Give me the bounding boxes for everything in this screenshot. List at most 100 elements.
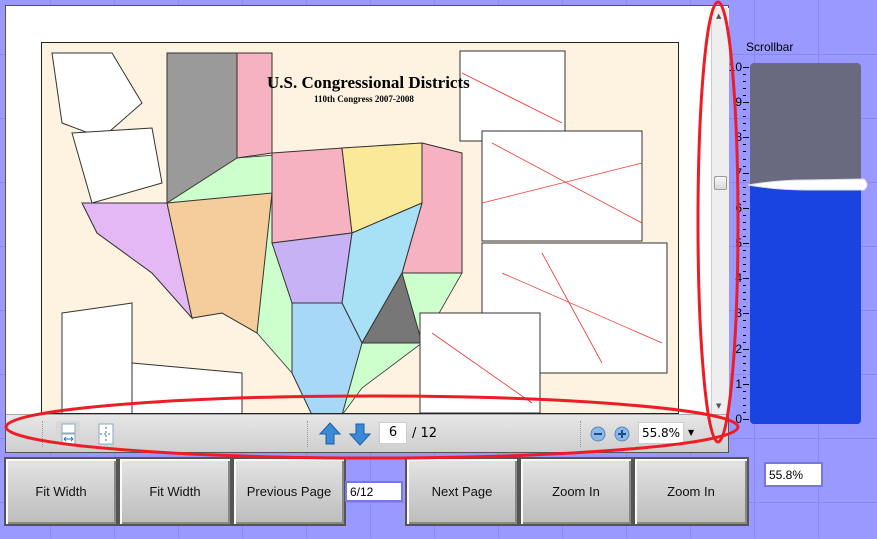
slider-tick-mark <box>743 221 746 223</box>
zoom-display-field: 55.8% <box>764 462 823 487</box>
slider-tick-mark <box>743 81 746 83</box>
slider-tick-label: 5 <box>735 236 742 250</box>
slider-tick-mark <box>743 116 746 118</box>
slider-tick-label: 3 <box>735 306 742 321</box>
slider-tick-mark <box>743 419 749 420</box>
scrollbar-thumb[interactable] <box>714 176 727 190</box>
slider-tick-mark <box>743 313 749 315</box>
page-number-input[interactable]: 6 <box>379 422 407 444</box>
slider-tick-mark <box>743 257 746 259</box>
slider-tick-mark <box>743 130 746 132</box>
zoom-level-input[interactable]: 55.8% <box>638 422 684 444</box>
page-indicator-field[interactable]: 6/12 <box>345 481 403 502</box>
fit-width-icon <box>61 423 76 445</box>
slider-tick-label: 9 <box>735 95 742 110</box>
scroll-up-arrow-icon[interactable]: ▲ <box>716 12 721 20</box>
slider-track[interactable] <box>750 63 861 424</box>
slider-tick-label: 2 <box>735 341 742 356</box>
slider-tick-mark <box>743 271 746 273</box>
slider-tick-mark <box>743 172 749 174</box>
slider-tick-mark <box>743 264 746 266</box>
slider-tick-label: 8 <box>735 130 742 145</box>
slider-tick-mark <box>743 341 746 343</box>
slider-tick-mark <box>743 95 746 97</box>
toolbar-separator <box>42 421 44 447</box>
slider-tick-mark <box>743 369 746 371</box>
arrow-down-icon <box>348 423 372 446</box>
slider-tick-mark <box>743 362 746 364</box>
slider-tick-mark <box>743 411 746 413</box>
zoom-in-toolbar-button[interactable] <box>614 421 630 447</box>
slider-tick-mark <box>743 243 749 244</box>
map-subtitle: 110th Congress 2007-2008 <box>314 94 414 104</box>
slider-tick-mark <box>743 285 746 287</box>
fit-page-icon <box>98 423 114 445</box>
arrow-up-icon <box>318 422 342 445</box>
vertical-scrollbar[interactable]: ▲ ▼ <box>711 8 729 414</box>
toolbar-separator <box>580 421 582 447</box>
slider-tick-mark <box>743 299 746 301</box>
slider-tick-mark <box>743 228 746 230</box>
zoom-out-icon <box>590 426 606 442</box>
fit-width-button-2[interactable]: Fit Width <box>118 457 232 526</box>
slider-tick-mark <box>743 334 746 336</box>
slider-tick-mark <box>743 207 749 209</box>
slider-tick-mark <box>743 214 746 216</box>
zoom-dropdown-icon[interactable]: ▼ <box>688 428 694 437</box>
map-title: U.S. Congressional Districts <box>267 73 470 92</box>
slider-tick-label: 7 <box>735 165 742 180</box>
slider-tick-mark <box>743 151 746 153</box>
viewer-toolbar: 6 / 12 55.8% ▼ <box>6 414 728 452</box>
slider-thumb[interactable] <box>746 177 871 193</box>
previous-page-toolbar-button[interactable] <box>318 421 342 447</box>
zoom-in-icon <box>614 426 630 442</box>
slider-tick-mark <box>743 144 746 146</box>
slider-tick-mark <box>743 404 746 406</box>
document-page: U.S. Congressional Districts 110th Congr… <box>41 42 679 414</box>
slider-tick-mark <box>743 74 746 76</box>
slider-tick-mark <box>743 137 749 139</box>
slider-tick-label: 4 <box>735 271 742 286</box>
scroll-down-arrow-icon[interactable]: ▼ <box>716 402 721 410</box>
fit-width-button[interactable]: Fit Width <box>4 457 118 526</box>
slider-tick-mark <box>743 193 746 195</box>
toolbar-separator <box>307 421 309 447</box>
slider-tick-mark <box>743 67 749 68</box>
slider-tick-mark <box>743 200 746 202</box>
fit-page-toolbar-button[interactable] <box>94 421 118 447</box>
slider-tick-label: 0 <box>735 412 742 426</box>
previous-page-button[interactable]: Previous Page <box>232 457 346 526</box>
slider-tick-mark <box>743 397 746 399</box>
slider-tick-mark <box>743 320 746 322</box>
zoom-in-button[interactable]: Zoom In <box>519 457 633 526</box>
slider-tick-mark <box>743 292 746 294</box>
slider-tick-mark <box>743 158 746 160</box>
total-pages-label: / 12 <box>412 426 438 441</box>
next-page-button[interactable]: Next Page <box>405 457 519 526</box>
slider-tick-mark <box>743 102 749 104</box>
slider-tick-mark <box>743 109 746 111</box>
slider-tick-mark <box>743 383 749 385</box>
slider-label: Scrollbar <box>746 40 794 54</box>
slider-tick-mark <box>743 250 746 252</box>
slider-tick-mark <box>743 355 746 357</box>
fit-width-toolbar-button[interactable] <box>56 421 80 447</box>
slider-tick-mark <box>743 390 746 392</box>
slider-tick-mark <box>743 235 746 237</box>
pdf-viewer: U.S. Congressional Districts 110th Congr… <box>5 5 729 453</box>
slider-tick-mark <box>743 278 749 280</box>
slider-tick-mark <box>743 348 749 350</box>
zoom-out-toolbar-button[interactable] <box>590 421 606 447</box>
slider-tick-mark <box>743 327 746 329</box>
slider-tick-label: 6 <box>735 200 742 215</box>
slider-tick-mark <box>743 306 746 308</box>
slider-tick-mark <box>743 123 746 125</box>
slider-tick-label: 10 <box>728 60 742 74</box>
slider-tick-mark <box>743 88 746 90</box>
slider-tick-label: 1 <box>735 376 742 391</box>
zoom-in-button-2[interactable]: Zoom In <box>633 457 749 526</box>
slider-tick-mark <box>743 165 746 167</box>
slider-tick-mark <box>743 376 746 378</box>
next-page-toolbar-button[interactable] <box>348 421 372 447</box>
slider-fill <box>750 185 861 424</box>
